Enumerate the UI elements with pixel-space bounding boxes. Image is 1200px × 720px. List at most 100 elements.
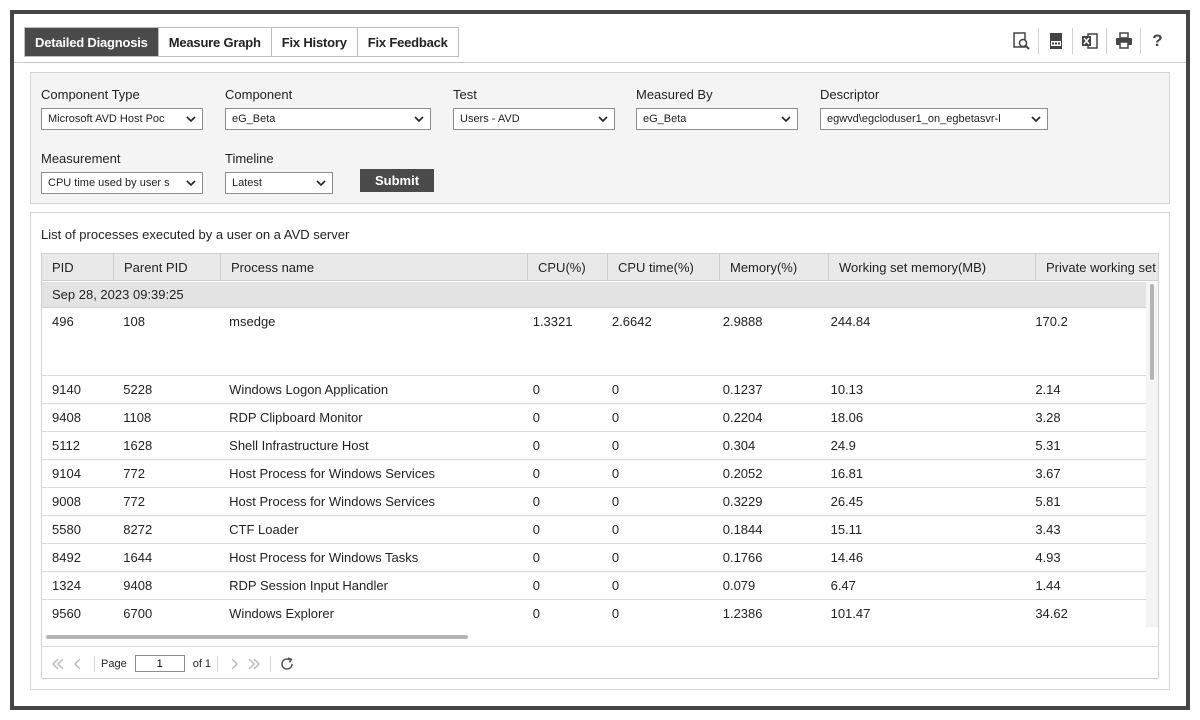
table-row[interactable]: 5112 1628 Shell Infrastructure Host 0 0 0.304… [42, 432, 1148, 460]
test-select[interactable]: Users - AVD [453, 108, 615, 130]
column-header-parent-pid[interactable]: Parent PID [114, 254, 221, 281]
measured-by-select[interactable]: eG_Beta [636, 108, 798, 130]
help-icon[interactable]: ? [1140, 28, 1174, 54]
tab-fix-feedback[interactable]: Fix Feedback [357, 28, 458, 56]
pid-cell: 496 [52, 314, 74, 329]
private-working-set-cell: 2.14 [1035, 382, 1061, 397]
print-icon[interactable] [1106, 28, 1140, 54]
zoom-search-icon[interactable] [1004, 28, 1038, 54]
table-row[interactable]: 9140 5228 Windows Logon Application 0 0 0.123… [42, 376, 1148, 404]
table-row[interactable]: 1324 9408 RDP Session Input Handler 0 0 0.079… [42, 572, 1148, 600]
table-row[interactable]: 9560 6700 Windows Explorer 0 0 1.2386 101.47 34… [42, 600, 1148, 627]
column-header-cpu[interactable]: CPU(%) [528, 254, 608, 281]
horizontal-scroll-thumb[interactable] [46, 635, 468, 639]
chevron-down-icon [182, 115, 196, 123]
memory-cell: 2.9888 [722, 314, 763, 329]
submit-button[interactable]: Submit [360, 169, 434, 192]
column-header-working-set[interactable]: Working set memory(MB) [829, 254, 1036, 281]
pagination-bar: Page of 1 [42, 646, 1158, 678]
working-set-cell: 14.46 [830, 550, 864, 565]
memory-cell: 0.3229 [722, 494, 763, 509]
column-header-private-working-set[interactable]: Private working set [1036, 254, 1158, 281]
tab-list: Detailed Diagnosis Measure Graph Fix His… [24, 27, 459, 57]
table-row[interactable]: 8492 1644 Host Process for Windows Tasks 0 0… [42, 544, 1148, 572]
process-name-cell: Shell Infrastructure Host [229, 438, 369, 453]
table-body: Sep 28, 2023 09:39:25 496 108 msedge 1.3321… [42, 282, 1148, 627]
cpu-cell: 0 [532, 382, 540, 397]
refresh-icon[interactable] [277, 654, 297, 674]
column-header-memory[interactable]: Memory(%) [720, 254, 829, 281]
group-row-timestamp: Sep 28, 2023 09:39:25 [42, 282, 1148, 308]
timeline-select[interactable]: Latest [225, 172, 333, 194]
cpu-time-cell: 2.6642 [611, 314, 652, 329]
page-label: Page [101, 657, 127, 670]
process-name-cell: Host Process for Windows Services [229, 466, 436, 481]
pid-cell: 5580 [52, 522, 81, 537]
process-name-cell: RDP Session Input Handler [229, 578, 388, 593]
table-row[interactable]: 9104 772 Host Process for Windows Services… [42, 460, 1148, 488]
cpu-time-cell: 0 [611, 410, 620, 425]
table-rows: 496 108 msedge 1.3321 2.6642 2.9888 244.84 170.… [42, 308, 1148, 627]
working-set-cell: 6.47 [830, 578, 856, 593]
descriptor-value: egwvd\egcloduser1_on_egbetasvr-l [827, 113, 1001, 125]
cpu-cell: 0 [532, 578, 540, 593]
last-page-icon[interactable] [244, 654, 264, 674]
timeline-group: Timeline Latest [225, 151, 333, 194]
parent-pid-cell: 772 [123, 494, 145, 509]
help-glyph: ? [1152, 31, 1163, 50]
tab-measure-graph[interactable]: Measure Graph [158, 28, 272, 56]
table-row[interactable]: 9008 772 Host Process for Windows Services… [42, 488, 1148, 516]
tab-detailed-diagnosis[interactable]: Detailed Diagnosis [25, 28, 159, 56]
first-page-icon[interactable] [48, 654, 68, 674]
chevron-down-icon [312, 179, 326, 187]
excel-icon[interactable] [1072, 28, 1106, 54]
memory-cell: 0.304 [722, 438, 756, 453]
process-name-cell: Host Process for Windows Tasks [229, 550, 419, 565]
component-type-select[interactable]: Microsoft AVD Host Poc [41, 108, 203, 130]
cpu-cell: 0 [532, 550, 540, 565]
toolbar-icons: ? [1004, 28, 1174, 54]
cpu-cell: 0 [532, 494, 540, 509]
private-working-set-cell: 5.81 [1035, 494, 1061, 509]
measurement-value: CPU time used by user s [48, 177, 170, 189]
memory-cell: 0.1237 [722, 382, 763, 397]
cpu-cell: 1.3321 [532, 314, 573, 329]
descriptor-select[interactable]: egwvd\egcloduser1_on_egbetasvr-l [820, 108, 1048, 130]
cpu-time-cell: 0 [611, 438, 620, 453]
measured-by-group: Measured By eG_Beta [636, 87, 798, 130]
component-select[interactable]: eG_Beta [225, 108, 431, 130]
pid-cell: 9408 [52, 410, 81, 425]
measurement-select[interactable]: CPU time used by user s [41, 172, 203, 194]
private-working-set-cell: 4.93 [1035, 550, 1061, 565]
column-header-cpu-time[interactable]: CPU time(%) [608, 254, 720, 281]
test-group: Test Users - AVD [453, 87, 615, 130]
table-row[interactable]: 496 108 msedge 1.3321 2.6642 2.9888 244.84 170.… [42, 308, 1148, 376]
memory-cell: 1.2386 [722, 606, 763, 621]
table-row[interactable]: 5580 8272 CTF Loader 0 0 0.1844 15.11 3.43 [42, 516, 1148, 544]
table-row[interactable]: 9408 1108 RDP Clipboard Monitor 0 0 0.2204 18.… [42, 404, 1148, 432]
process-name-cell: msedge [229, 314, 276, 329]
process-table: PID Parent PID Process name CPU(%) CPU t… [41, 253, 1159, 679]
pdf-icon[interactable] [1038, 28, 1072, 54]
column-header-process-name[interactable]: Process name [221, 254, 528, 281]
working-set-cell: 24.9 [830, 438, 856, 453]
page-number-input[interactable] [134, 655, 185, 672]
private-working-set-cell: 3.67 [1035, 466, 1061, 481]
tab-fix-history[interactable]: Fix History [271, 28, 358, 56]
cpu-time-cell: 0 [611, 578, 620, 593]
component-value: eG_Beta [232, 113, 276, 125]
table-header: PID Parent PID Process name CPU(%) CPU t… [42, 254, 1158, 281]
window-frame: Detailed Diagnosis Measure Graph Fix His… [10, 10, 1190, 710]
column-header-pid[interactable]: PID [42, 254, 114, 281]
vertical-scroll-thumb[interactable] [1150, 284, 1154, 380]
vertical-scrollbar[interactable] [1146, 282, 1158, 627]
component-label: Component [225, 87, 293, 102]
horizontal-scrollbar[interactable] [42, 632, 1148, 642]
cpu-cell: 0 [532, 606, 540, 621]
next-page-icon[interactable] [224, 654, 244, 674]
previous-page-icon[interactable] [68, 654, 88, 674]
timeline-value: Latest [232, 177, 262, 189]
measured-by-label: Measured By [636, 87, 713, 102]
timeline-label: Timeline [225, 151, 274, 166]
component-type-value: Microsoft AVD Host Poc [48, 113, 165, 125]
